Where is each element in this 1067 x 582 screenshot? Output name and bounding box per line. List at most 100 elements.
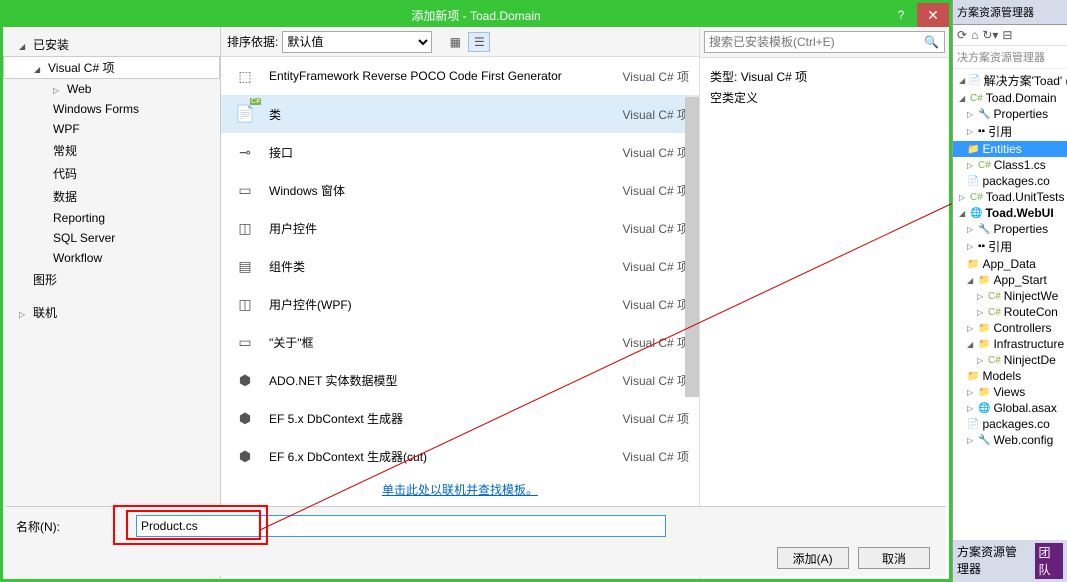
cancel-button[interactable]: 取消 (858, 547, 930, 569)
template-lang: Visual C# 项 (623, 448, 689, 465)
template-name: EntityFramework Reverse POCO Code First … (269, 69, 623, 83)
tree-web[interactable]: Web (3, 79, 220, 99)
project-webui[interactable]: ◢🌐Toad.WebUI (953, 205, 1067, 221)
folder-controllers[interactable]: ▷📁Controllers (953, 320, 1067, 336)
properties-node[interactable]: ▷🔧Properties (953, 106, 1067, 122)
template-name: 组件类 (269, 258, 623, 275)
file-packages[interactable]: 📄packages.co (953, 173, 1067, 189)
tree-reporting[interactable]: Reporting (3, 208, 220, 228)
tree-graphics[interactable]: 图形 (3, 268, 220, 291)
scrollbar-thumb[interactable] (685, 97, 699, 397)
online-search-link[interactable]: 单击此处以联机并查找模板。 (382, 483, 538, 497)
side-footer-tab1[interactable]: 方案资源管理器 (957, 543, 1029, 579)
template-icon: ◫ (231, 214, 259, 242)
template-icon: ⬢ (231, 442, 259, 470)
template-name: EF 5.x DbContext 生成器 (269, 410, 623, 427)
properties-node-2[interactable]: ▷🔧Properties (953, 221, 1067, 237)
template-name: ADO.NET 实体数据模型 (269, 372, 623, 389)
tree-code[interactable]: 代码 (3, 162, 220, 185)
view-list-icon[interactable]: ☰ (468, 32, 490, 52)
references-node[interactable]: ▷▪▪引用 (953, 122, 1067, 141)
folder-models[interactable]: 📁Models (953, 368, 1067, 384)
home-icon[interactable]: ⌂ (971, 28, 978, 42)
tree-online[interactable]: 联机 (3, 301, 220, 324)
tree-wpf[interactable]: WPF (3, 119, 220, 139)
template-lang: Visual C# 项 (623, 334, 689, 351)
side-footer-tab2[interactable]: 团队 (1035, 543, 1063, 579)
template-lang: Visual C# 项 (623, 106, 689, 123)
template-row[interactable]: ⬢EF 6.x DbContext 生成器(cut)Visual C# 项 (221, 437, 699, 475)
template-row[interactable]: ▤ 组件类Visual C# 项 (221, 247, 699, 285)
file-ninjectde[interactable]: ▷C#NinjectDe (953, 352, 1067, 368)
folder-appstart[interactable]: ◢📁App_Start (953, 272, 1067, 288)
template-pane: 排序依据: 默认值 ▦ ☰ ⬚ EntityFramework Reverse P… (221, 27, 699, 579)
template-icon: ▤ (231, 252, 259, 280)
entities-folder[interactable]: 📁Entities (953, 141, 1067, 157)
sync-icon[interactable]: ↻▾ (982, 28, 998, 42)
template-lang: Visual C# 项 (623, 68, 689, 85)
close-button[interactable]: ✕ (917, 3, 949, 27)
side-search[interactable]: 决方案资源管理器 (953, 46, 1067, 69)
template-row[interactable]: ⬢EF 5.x DbContext 生成器Visual C# 项 (221, 399, 699, 437)
template-icon: ⬢ (231, 404, 259, 432)
side-toolbar: ⟳ ⌂ ↻▾ ⊟ (953, 25, 1067, 46)
template-name: "关于"框 (269, 334, 623, 351)
solution-node[interactable]: ◢📄解决方案'Toad' (3 个 (953, 71, 1067, 90)
references-node-2[interactable]: ▷▪▪引用 (953, 237, 1067, 256)
template-icon: ⬚ (231, 62, 259, 90)
bottom-bar: 名称(N): 添加(A) 取消 (6, 506, 946, 576)
project-unittests[interactable]: ▷C#Toad.UnitTests (953, 189, 1067, 205)
template-lang: Visual C# 项 (623, 258, 689, 275)
file-class1[interactable]: ▷C#Class1.cs (953, 157, 1067, 173)
template-icon: ⬢ (231, 366, 259, 394)
folder-appdata[interactable]: 📁App_Data (953, 256, 1067, 272)
tree-workflow[interactable]: Workflow (3, 248, 220, 268)
file-webconfig[interactable]: ▷🔧Web.config (953, 432, 1067, 448)
template-row[interactable]: ◫用户控件(WPF)Visual C# 项 (221, 285, 699, 323)
template-lang: Visual C# 项 (623, 144, 689, 161)
refresh-icon[interactable]: ⟳ (957, 28, 967, 42)
category-tree: 已安装 Visual C# 项 Web Windows Forms WPF 常规… (3, 27, 221, 579)
view-tiles-icon[interactable]: ▦ (444, 32, 466, 52)
template-lang: Visual C# 项 (623, 182, 689, 199)
template-row[interactable]: ▭Windows 窗体Visual C# 项 (221, 171, 699, 209)
template-row[interactable]: ⊸接口Visual C# 项 (221, 133, 699, 171)
sort-label: 排序依据: (227, 33, 278, 50)
template-row[interactable]: ◫用户控件Visual C# 项 (221, 209, 699, 247)
tree-installed[interactable]: 已安装 (3, 33, 220, 56)
file-routecon[interactable]: ▷C#RouteCon (953, 304, 1067, 320)
tree-sqlserver[interactable]: SQL Server (3, 228, 220, 248)
file-ninjectwe[interactable]: ▷C#NinjectWe (953, 288, 1067, 304)
help-button[interactable]: ? (885, 3, 917, 27)
template-row[interactable]: ⬢ADO.NET 实体数据模型Visual C# 项 (221, 361, 699, 399)
side-header: 方案资源管理器 (953, 0, 1067, 25)
template-name: 用户控件(WPF) (269, 296, 623, 313)
name-input[interactable] (136, 515, 666, 537)
template-icon: 📄C# (231, 100, 259, 128)
tree-general[interactable]: 常规 (3, 139, 220, 162)
file-globalasax[interactable]: ▷🌐Global.asax (953, 400, 1067, 416)
template-icon: ▭ (231, 328, 259, 356)
sort-dropdown[interactable]: 默认值 (282, 31, 432, 53)
search-input[interactable] (704, 31, 945, 53)
template-name: 接口 (269, 144, 623, 161)
solution-explorer: 方案资源管理器 ⟳ ⌂ ↻▾ ⊟ 决方案资源管理器 ◢📄解决方案'Toad' (… (952, 0, 1067, 582)
add-button[interactable]: 添加(A) (777, 547, 849, 569)
search-icon[interactable]: 🔍 (924, 35, 939, 49)
folder-infrastructure[interactable]: ◢📁Infrastructure (953, 336, 1067, 352)
tree-data[interactable]: 数据 (3, 185, 220, 208)
template-list[interactable]: ⬚ EntityFramework Reverse POCO Code First… (221, 57, 699, 579)
file-packages-2[interactable]: 📄packages.co (953, 416, 1067, 432)
template-row[interactable]: ▭ "关于"框Visual C# 项 (221, 323, 699, 361)
template-row[interactable]: ⬚ EntityFramework Reverse POCO Code First… (221, 57, 699, 95)
description: 空类定义 (710, 89, 939, 106)
tree-winforms[interactable]: Windows Forms (3, 99, 220, 119)
collapse-icon[interactable]: ⊟ (1002, 28, 1012, 42)
tree-vcsharp[interactable]: Visual C# 项 (3, 56, 220, 79)
template-name: 用户控件 (269, 220, 623, 237)
project-toad-domain[interactable]: ◢C#Toad.Domain (953, 90, 1067, 106)
type-row: 类型: Visual C# 项 (710, 68, 939, 85)
folder-views[interactable]: ▷📁Views (953, 384, 1067, 400)
template-name: 类 (269, 106, 623, 123)
template-row[interactable]: 📄C# 类Visual C# 项 (221, 95, 699, 133)
